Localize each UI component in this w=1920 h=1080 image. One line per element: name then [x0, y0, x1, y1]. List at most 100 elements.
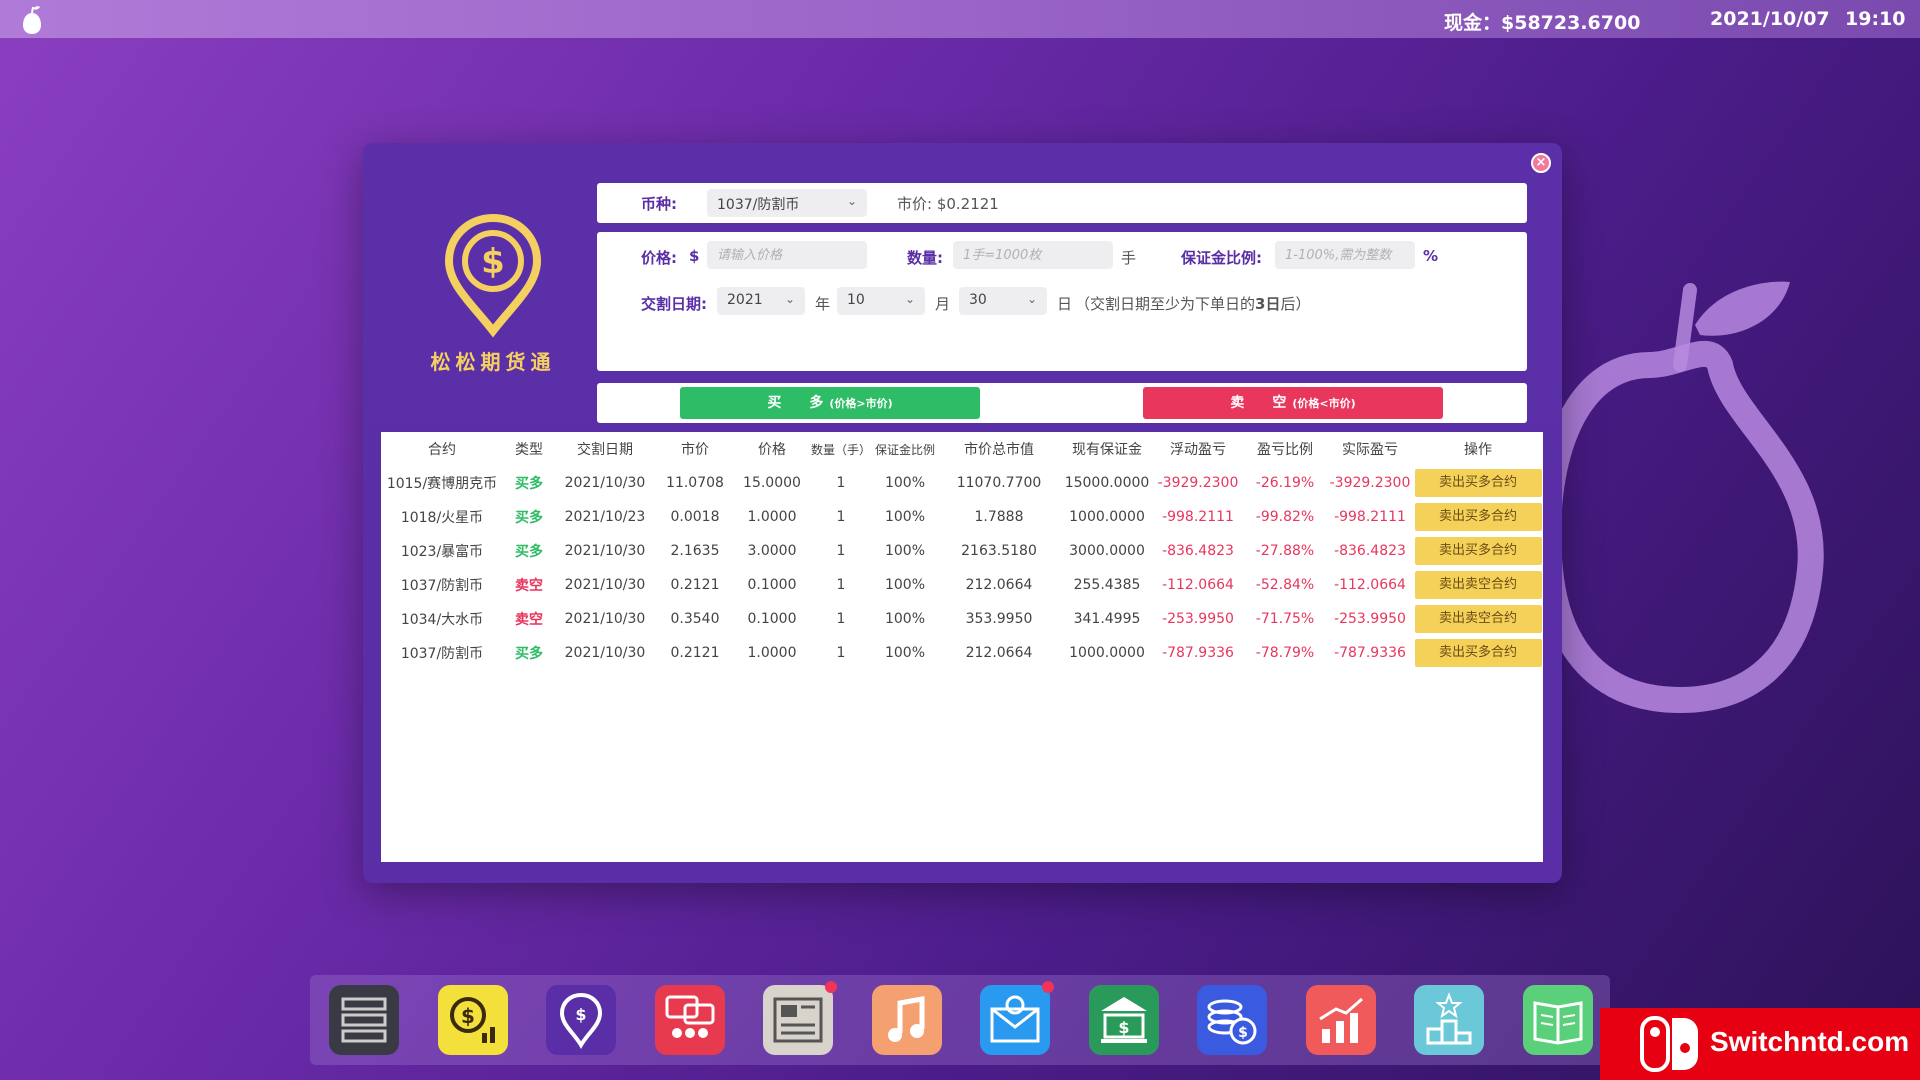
stock-chart-icon[interactable]: [1305, 985, 1376, 1055]
table-cell-operation: 卖出卖空合约: [1413, 602, 1543, 636]
table-cell: 1: [836, 577, 846, 593]
table-cell: 1: [836, 645, 846, 661]
table-cell: 0.0018: [670, 509, 720, 525]
col-market-price: 市价: [681, 442, 709, 458]
table-cell: 353.9950: [965, 611, 1033, 627]
table-row: 1034/大水币 卖空 2021/10/30 0.3540 0.1000 1 100% 353…: [381, 602, 1543, 636]
currency-panel: 币种: 1037/防割币 ⌄ 市价: $0.2121: [597, 183, 1527, 223]
dock: $ $ $ $: [310, 975, 1610, 1065]
server-icon[interactable]: [329, 985, 399, 1055]
close-position-button[interactable]: 卖出买多合约: [1414, 469, 1542, 497]
col-market-value: 市价总市值: [964, 442, 1034, 458]
music-icon[interactable]: [871, 985, 942, 1055]
margin-ratio-input[interactable]: [1275, 241, 1415, 269]
finance-chart-icon[interactable]: $: [437, 985, 508, 1055]
table-cell: 100%: [884, 543, 926, 559]
close-position-button[interactable]: 卖出买多合约: [1414, 503, 1542, 531]
pear-logo-icon[interactable]: [20, 3, 44, 35]
delivery-year-select[interactable]: 2021 ⌄: [717, 287, 805, 315]
margin-ratio-unit: %: [1423, 247, 1439, 265]
table-cell: 0.2121: [670, 645, 720, 661]
close-position-button[interactable]: 卖出卖空合约: [1414, 571, 1542, 599]
quantity-unit: 手: [1121, 249, 1137, 267]
close-position-button[interactable]: 卖出买多合约: [1414, 537, 1542, 565]
svg-text:$: $: [461, 1004, 475, 1028]
table-cell: 1000.0000: [1069, 509, 1145, 525]
table-cell: 2021/10/30: [564, 475, 646, 491]
delivery-month-select[interactable]: 10 ⌄: [837, 287, 925, 315]
table-row: 1037/防割币 买多 2021/10/30 0.2121 1.0000 1 100% 212…: [381, 636, 1543, 670]
table-cell: 100%: [884, 509, 926, 525]
price-label: 价格:: [641, 249, 677, 267]
col-margin-ratio: 保证金比例: [874, 442, 935, 457]
sell-short-button[interactable]: 卖 空 (价格<市价): [1143, 387, 1443, 419]
coins-icon[interactable]: $: [1197, 985, 1267, 1055]
table-cell: -112.0664: [1334, 577, 1406, 593]
positions-table: 合约 类型 交割日期 市价 价格 数量（手） 保证金比例 市价总市值 现有保证金…: [381, 432, 1543, 862]
table-cell: -112.0664: [1162, 577, 1234, 593]
col-floating-pnl: 浮动盈亏: [1170, 442, 1226, 458]
price-input[interactable]: [707, 241, 867, 269]
table-cell: 341.4995: [1073, 611, 1141, 627]
table-cell: 11070.7700: [956, 475, 1042, 491]
nintendo-switch-logo-icon: [1640, 1016, 1698, 1072]
table-cell: 1: [836, 611, 846, 627]
price-currency-symbol: $: [689, 247, 700, 265]
futures-icon[interactable]: $: [546, 985, 616, 1055]
table-cell: -52.84%: [1255, 577, 1315, 593]
quantity-input[interactable]: [953, 241, 1113, 269]
table-cell: 1034/大水币: [400, 612, 484, 628]
table-cell: 0.1000: [747, 611, 797, 627]
background-pear-icon: [1535, 281, 1824, 714]
table-cell: 15000.0000: [1064, 475, 1150, 491]
table-cell-operation: 卖出买多合约: [1413, 500, 1543, 534]
quantity-label: 数量:: [907, 249, 943, 267]
delivery-note: （交割日期至少为下单日的3日后）: [1075, 295, 1311, 313]
menu-bar: 现金：$58723.6700 2021/10/07 19:10: [0, 0, 1920, 38]
forum-icon[interactable]: [654, 985, 725, 1055]
table-cell: 212.0664: [965, 577, 1033, 593]
book-icon[interactable]: [1522, 985, 1593, 1055]
ranking-icon[interactable]: [1414, 985, 1484, 1055]
table-cell: 2021/10/30: [564, 577, 646, 593]
table-cell: -26.19%: [1255, 475, 1315, 491]
col-actual-pnl: 实际盈亏: [1342, 442, 1398, 458]
system-time: 19:10: [1845, 8, 1906, 30]
notification-badge: [1042, 981, 1054, 993]
table-cell: 100%: [884, 577, 926, 593]
delivery-year-value: 2021: [727, 292, 763, 308]
watermark-text: Switchntd.com: [1710, 1026, 1910, 1057]
table-cell-operation: 卖出买多合约: [1413, 466, 1543, 500]
close-position-button[interactable]: 卖出卖空合约: [1414, 605, 1542, 633]
table-cell: 1037/防割币: [400, 646, 484, 662]
svg-text:$: $: [1118, 1018, 1129, 1037]
table-cell: 买多: [515, 510, 543, 526]
table-cell: 11.0708: [666, 475, 724, 491]
table-cell: 2021/10/30: [564, 543, 646, 559]
news-icon[interactable]: [763, 981, 837, 1055]
table-cell: -836.4823: [1334, 543, 1406, 559]
close-button[interactable]: ×: [1531, 153, 1551, 173]
table-cell: 买多: [515, 544, 543, 560]
col-price: 价格: [758, 442, 786, 458]
app-logo: $ 松松期货通: [418, 213, 568, 383]
delivery-day-select[interactable]: 30 ⌄: [959, 287, 1047, 315]
table-cell: 1: [836, 509, 846, 525]
table-cell: 卖空: [515, 578, 543, 594]
table-cell: 1023/暴富币: [400, 544, 484, 560]
col-current-margin: 现有保证金: [1072, 442, 1142, 458]
currency-select[interactable]: 1037/防割币 ⌄: [707, 189, 867, 217]
buy-long-button[interactable]: 买 多 (价格>市价): [680, 387, 980, 419]
table-cell: -99.82%: [1255, 509, 1315, 525]
table-cell: 1015/赛博朋克币: [386, 476, 498, 492]
year-unit: 年: [815, 295, 831, 313]
table-cell: 100%: [884, 645, 926, 661]
cash-balance: 现金：$58723.6700: [1444, 12, 1641, 34]
table-cell: -787.9336: [1334, 645, 1406, 661]
bank-icon[interactable]: $: [1088, 985, 1159, 1055]
table-cell: 0.2121: [670, 577, 720, 593]
table-cell: 买多: [515, 476, 543, 492]
mail-icon[interactable]: [980, 981, 1054, 1055]
close-position-button[interactable]: 卖出买多合约: [1414, 639, 1542, 667]
table-cell: -998.2111: [1334, 509, 1406, 525]
